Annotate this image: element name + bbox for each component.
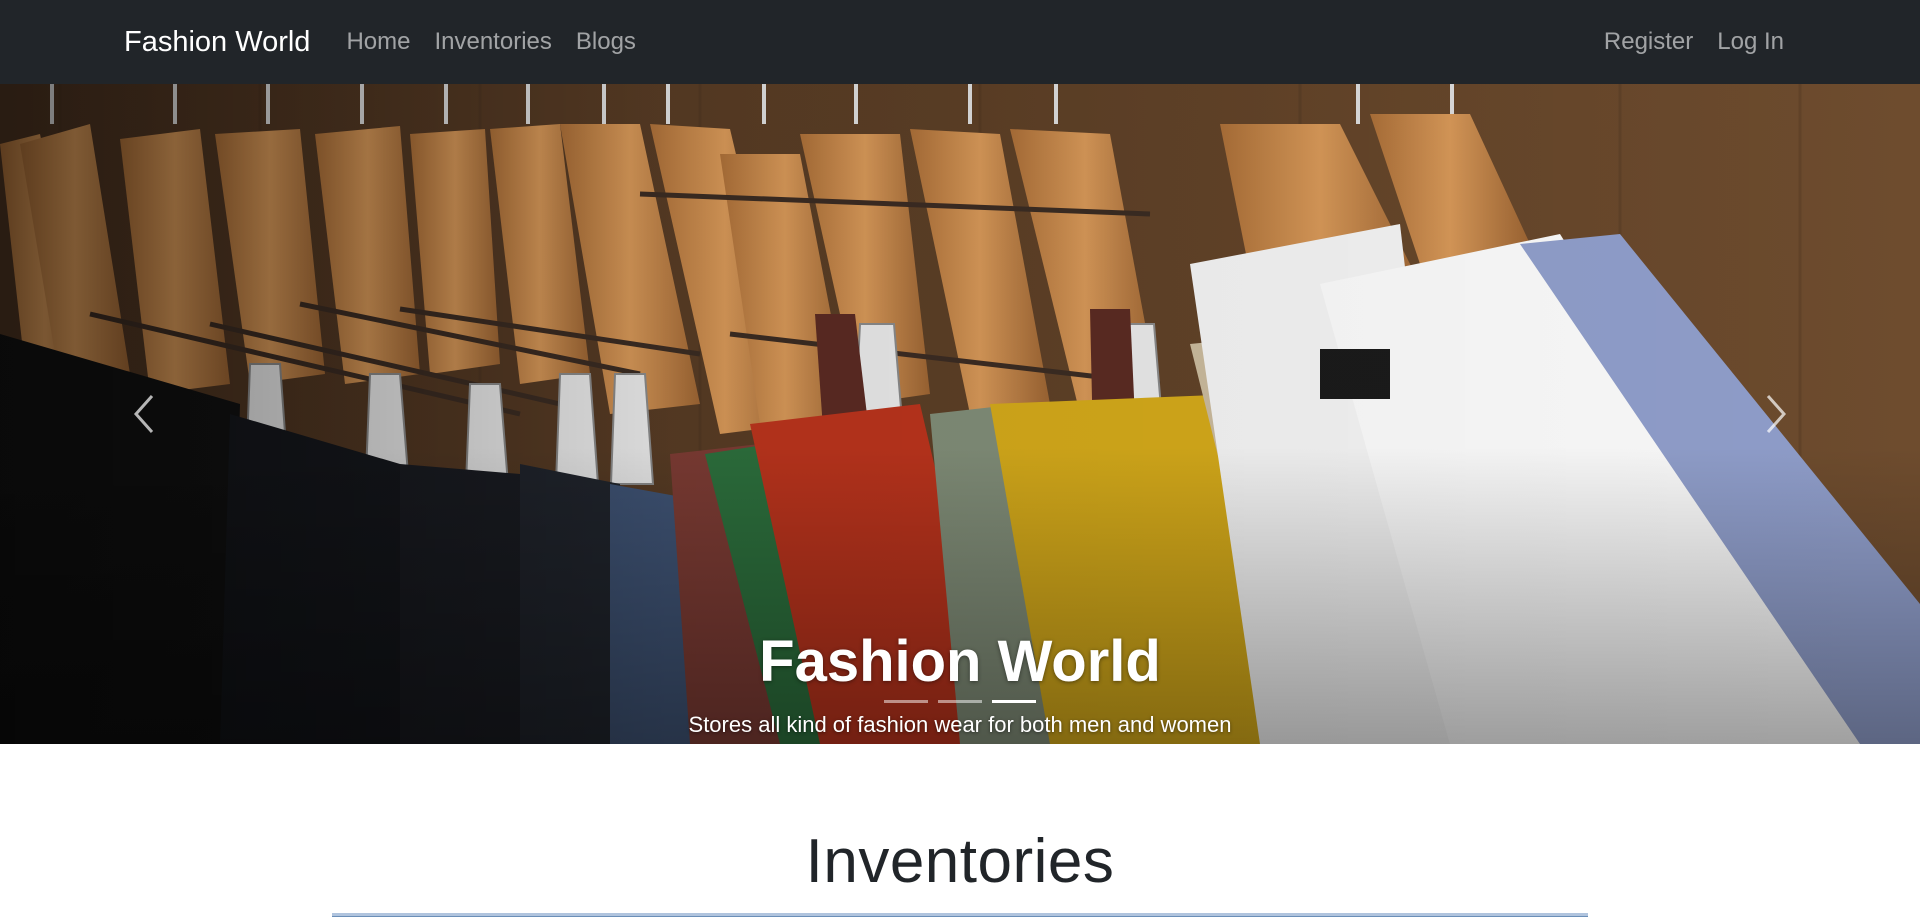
nav-blogs-link[interactable]: Blogs — [576, 28, 636, 56]
nav-right: Register Log In — [1580, 28, 1784, 56]
nav-register-link[interactable]: Register — [1604, 28, 1693, 56]
carousel-indicator-3[interactable] — [992, 700, 1036, 703]
carousel-caption: Fashion World Stores all kind of fashion… — [0, 624, 1920, 738]
carousel-subtitle: Stores all kind of fashion wear for both… — [688, 712, 1232, 737]
carousel-indicator-1[interactable] — [884, 700, 928, 703]
section-divider — [332, 913, 1588, 917]
inventories-section: Inventories — [0, 744, 1920, 917]
chevron-right-icon — [1766, 395, 1787, 433]
nav-left: Home Inventories Blogs — [346, 28, 659, 56]
carousel-indicators — [0, 700, 1920, 703]
carousel-indicator-2[interactable] — [938, 700, 982, 703]
nav-login-link[interactable]: Log In — [1717, 28, 1784, 56]
chevron-left-icon — [133, 395, 154, 433]
hero-carousel: Fashion World Stores all kind of fashion… — [0, 84, 1920, 744]
brand-link[interactable]: Fashion World — [124, 26, 310, 59]
nav-home-link[interactable]: Home — [346, 28, 410, 56]
section-title: Inventories — [805, 827, 1115, 896]
nav-inventories-link[interactable]: Inventories — [434, 28, 551, 56]
navbar: Fashion World Home Inventories Blogs Reg… — [0, 0, 1920, 84]
carousel-title: Fashion World — [759, 629, 1161, 694]
